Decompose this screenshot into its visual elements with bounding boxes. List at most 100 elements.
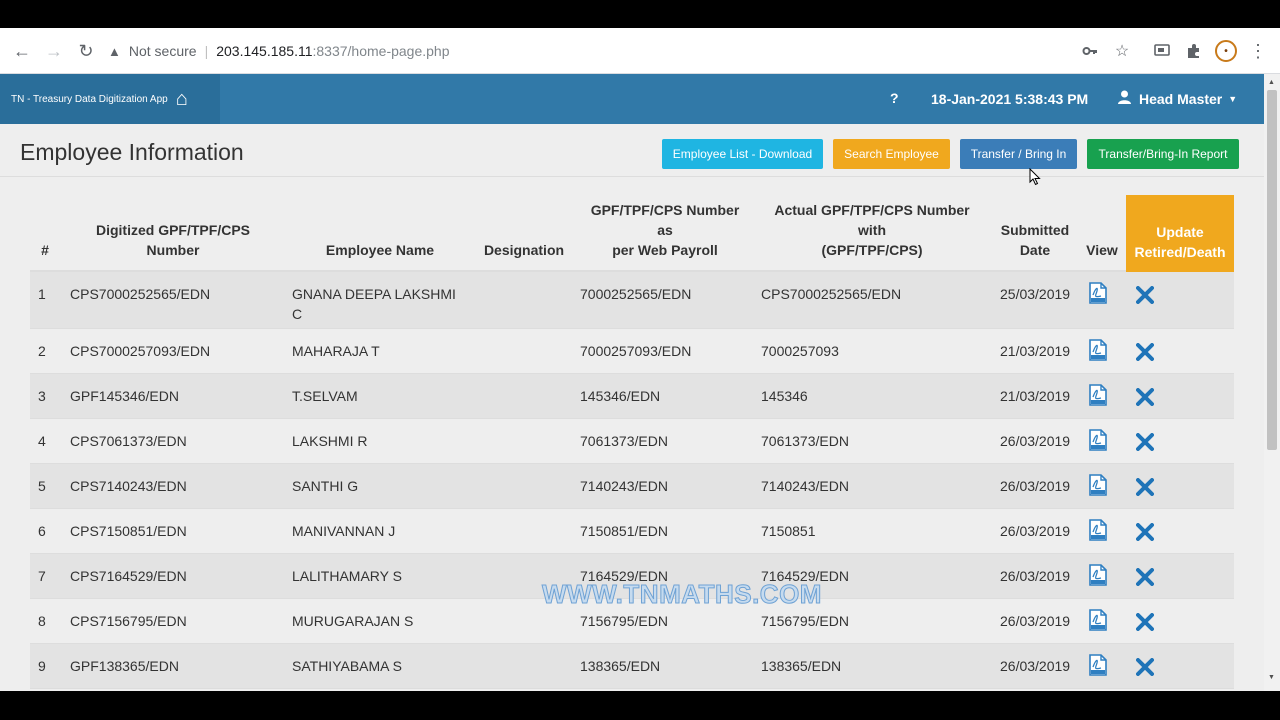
cell-payroll-number: 7061373/EDN: [580, 433, 668, 449]
cell-employee-name: MAHARAJA T: [292, 343, 380, 359]
brand[interactable]: TN - Treasury Data Digitization App ⌂: [0, 74, 220, 124]
table-row: 3 GPF145346/EDN T.SELVAM 145346/EDN 145346 21…: [30, 374, 1234, 419]
scroll-up-arrow-icon[interactable]: ▲: [1268, 79, 1275, 86]
cell-submitted-date: 26/03/2019: [1000, 478, 1071, 494]
table-row: 9 GPF138365/EDN SATHIYABAMA S 138365/EDN 138…: [30, 644, 1234, 689]
key-icon[interactable]: [1075, 28, 1105, 74]
header-view: View: [1086, 242, 1118, 258]
page-title: Employee Information: [20, 139, 244, 165]
cell-payroll-number: 7140243/EDN: [580, 478, 668, 494]
cell-actual-number: 138365/EDN: [761, 658, 842, 674]
scrollbar-thumb[interactable]: [1267, 90, 1277, 450]
cell-digitized-number: CPS7061373/EDN: [70, 433, 187, 449]
cell-employee-name: SATHIYABAMA S: [292, 658, 402, 674]
header-payroll-number: GPF/TPF/CPS Number as per Web Payroll: [590, 202, 740, 258]
transfer-bring-in-button[interactable]: Transfer / Bring In: [960, 139, 1077, 169]
user-name: Head Master: [1139, 90, 1223, 107]
cell-submitted-date: 26/03/2019: [1000, 613, 1071, 629]
header-number: #: [41, 242, 49, 258]
star-bookmark-icon[interactable]: ☆: [1107, 28, 1137, 74]
table-header: # Digitized GPF/TPF/CPS Number Employee N…: [30, 195, 1234, 272]
url-path: :8337/home-page.php: [312, 43, 450, 59]
scroll-down-arrow-icon[interactable]: ▼: [1268, 674, 1275, 681]
header-submitted-date: Submitted Date: [1000, 222, 1070, 258]
cell-submitted-date: 21/03/2019: [1000, 343, 1071, 359]
pdf-view-icon[interactable]: [1089, 282, 1107, 307]
cell-employee-name: MURUGARAJAN S: [292, 613, 414, 629]
table-row: 4 CPS7061373/EDN LAKSHMI R 7061373/EDN 70613…: [30, 419, 1234, 464]
table-row: 1 CPS7000252565/EDN GNANA DEEPA LAKSHMI C 70…: [30, 272, 1234, 329]
home-icon[interactable]: ⌂: [176, 89, 188, 109]
delete-x-icon[interactable]: [1136, 478, 1154, 499]
cell-number: 1: [38, 286, 46, 302]
cell-actual-number: 145346: [761, 388, 808, 404]
cell-actual-number: 7150851: [761, 523, 816, 539]
table-row: 8 CPS7156795/EDN MURUGARAJAN S 7156795/EDN 7…: [30, 599, 1234, 644]
cell-employee-name: SANTHI G: [292, 478, 359, 494]
brand-text: TN - Treasury Data Digitization App: [11, 93, 168, 105]
delete-x-icon[interactable]: [1136, 523, 1154, 544]
back-arrow-icon[interactable]: ←: [6, 28, 38, 74]
cell-submitted-date: 25/03/2019: [1000, 286, 1071, 302]
cell-payroll-number: 7150851/EDN: [580, 523, 668, 539]
pdf-view-icon[interactable]: [1089, 429, 1107, 454]
cell-digitized-number: CPS7000252565/EDN: [70, 286, 211, 302]
user-icon: [1118, 90, 1131, 107]
employee-list-download-button[interactable]: Employee List - Download: [662, 139, 823, 169]
user-menu[interactable]: Head Master ▼: [1118, 90, 1237, 107]
cell-number: 5: [38, 478, 46, 494]
pdf-view-icon[interactable]: [1089, 519, 1107, 544]
pdf-view-icon[interactable]: [1089, 339, 1107, 364]
profile-avatar-icon[interactable]: •: [1211, 28, 1241, 74]
transfer-report-button[interactable]: Transfer/Bring-In Report: [1087, 139, 1239, 169]
security-label: Not secure: [128, 43, 197, 59]
app-navbar: TN - Treasury Data Digitization App ⌂ ? …: [0, 74, 1264, 124]
pdf-view-icon[interactable]: [1089, 564, 1107, 589]
help-link[interactable]: ?: [890, 90, 899, 106]
cell-submitted-date: 21/03/2019: [1000, 388, 1071, 404]
delete-x-icon[interactable]: [1136, 343, 1154, 364]
pdf-view-icon[interactable]: [1089, 474, 1107, 499]
table-row: 2 CPS7000257093/EDN MAHARAJA T 7000257093/E…: [30, 329, 1234, 374]
cell-payroll-number: 7156795/EDN: [580, 613, 668, 629]
delete-x-icon[interactable]: [1136, 568, 1154, 589]
header-digitized-number: Digitized GPF/TPF/CPS Number: [95, 222, 250, 258]
delete-x-icon[interactable]: [1136, 433, 1154, 454]
delete-x-icon[interactable]: [1136, 388, 1154, 409]
page-viewport: TN - Treasury Data Digitization App ⌂ ? …: [0, 74, 1264, 691]
page-scrollbar[interactable]: ▲ ▼: [1264, 74, 1280, 691]
forward-arrow-icon[interactable]: →: [38, 28, 70, 74]
cell-actual-number: 7140243/EDN: [761, 478, 849, 494]
cell-payroll-number: 138365/EDN: [580, 658, 661, 674]
cast-icon[interactable]: [1147, 28, 1177, 74]
reload-icon[interactable]: ↻: [70, 28, 102, 74]
pdf-view-icon[interactable]: [1089, 654, 1107, 679]
cell-submitted-date: 26/03/2019: [1000, 523, 1071, 539]
header-employee-name: Employee Name: [325, 242, 435, 258]
pdf-view-icon[interactable]: [1089, 609, 1107, 634]
cell-payroll-number: 7000257093/EDN: [580, 343, 692, 359]
cell-number: 9: [38, 658, 46, 674]
cell-number: 2: [38, 343, 46, 359]
delete-x-icon[interactable]: [1136, 658, 1154, 679]
delete-x-icon[interactable]: [1136, 613, 1154, 634]
table-row: 6 CPS7150851/EDN MANIVANNAN J 7150851/EDN 71…: [30, 509, 1234, 554]
table-row: 5 CPS7140243/EDN SANTHI G 7140243/EDN 714024…: [30, 464, 1234, 509]
cell-actual-number: 7061373/EDN: [761, 433, 849, 449]
delete-x-icon[interactable]: [1136, 286, 1154, 307]
cell-employee-name: LALITHAMARY S: [292, 568, 402, 584]
address-bar[interactable]: ▲ Not secure | 203.145.185.11 :8337/home…: [108, 36, 1108, 66]
cell-employee-name: MANIVANNAN J: [292, 523, 396, 539]
pdf-view-icon[interactable]: [1089, 384, 1107, 409]
cell-submitted-date: 26/03/2019: [1000, 658, 1071, 674]
cell-digitized-number: CPS7156795/EDN: [70, 613, 187, 629]
mouse-cursor-icon: [1029, 167, 1041, 191]
kebab-menu-icon[interactable]: ⋮: [1243, 28, 1273, 74]
cell-employee-name: T.SELVAM: [292, 388, 358, 404]
browser-toolbar: ← → ↻ ▲ Not secure | 203.145.185.11 :833…: [0, 28, 1280, 74]
cell-payroll-number: 7000252565/EDN: [580, 286, 692, 302]
puzzle-extensions-icon[interactable]: [1179, 28, 1209, 74]
search-employee-button[interactable]: Search Employee: [833, 139, 950, 169]
cell-actual-number: 7164529/EDN: [761, 568, 849, 584]
cell-number: 3: [38, 388, 46, 404]
